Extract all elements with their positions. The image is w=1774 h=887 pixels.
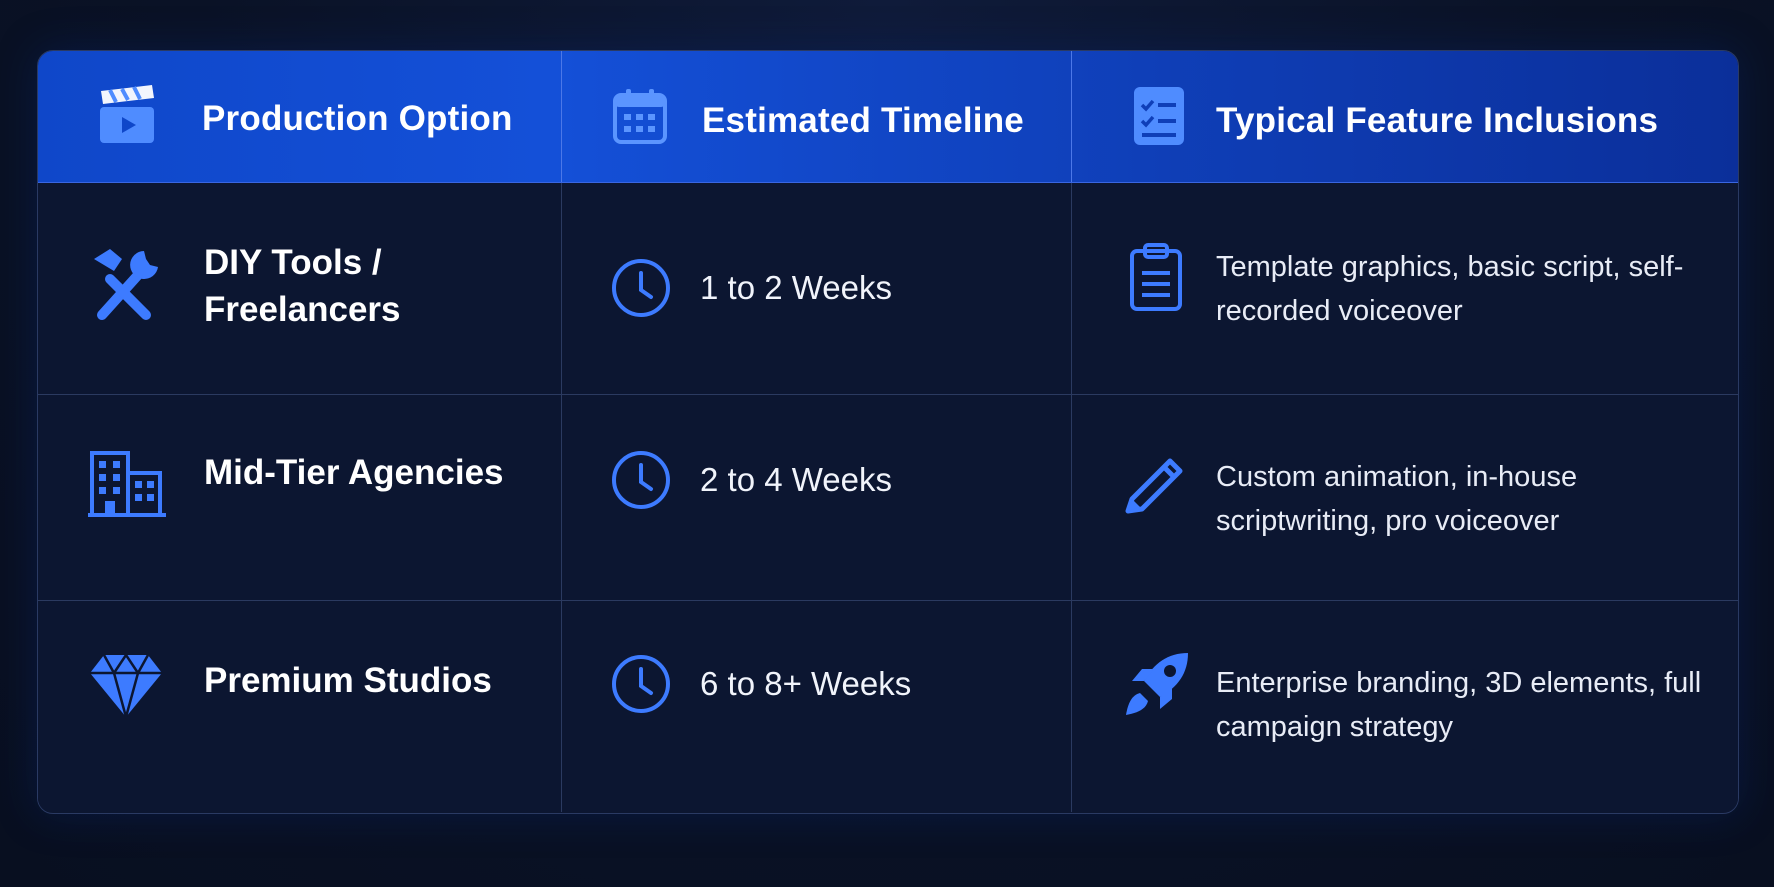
timeline-label: 6 to 8+ Weeks xyxy=(700,665,912,702)
timeline-label: 1 to 2 Weeks xyxy=(700,269,892,306)
rocket-icon xyxy=(1124,651,1190,717)
building-icon xyxy=(88,447,168,519)
option-label: DIY Tools / Freelancers xyxy=(204,243,401,329)
clapperboard-icon xyxy=(98,85,156,145)
clock-icon xyxy=(610,449,672,511)
table-header-row: Production Option Estimated Timeline Typ… xyxy=(38,51,1738,183)
table-row: DIY Tools / Freelancers 1 to 2 Weeks Tem… xyxy=(38,183,1738,395)
header-typical-feature-inclusions: Typical Feature Inclusions xyxy=(1216,101,1659,140)
table-row: Premium Studios 6 to 8+ Weeks Enterprise… xyxy=(38,601,1738,812)
option-label: Mid-Tier Agencies xyxy=(204,453,504,492)
header-estimated-timeline: Estimated Timeline xyxy=(702,101,1024,140)
cell-features: Enterprise branding, 3D elements, full c… xyxy=(1072,601,1738,812)
features-label: Enterprise branding, 3D elements, full c… xyxy=(1216,667,1702,743)
option-label: Premium Studios xyxy=(204,661,492,700)
cell-features: Template graphics, basic script, self-re… xyxy=(1072,183,1738,394)
cell-features: Custom animation, in-house scriptwriting… xyxy=(1072,395,1738,600)
pencil-icon xyxy=(1124,449,1190,515)
cell-production-option: Mid-Tier Agencies xyxy=(38,395,562,600)
checklist-icon xyxy=(1132,85,1186,147)
timeline-label: 2 to 4 Weeks xyxy=(700,461,892,498)
comparison-table: Production Option Estimated Timeline Typ… xyxy=(37,50,1739,814)
tools-icon xyxy=(88,245,164,321)
header-production-option: Production Option xyxy=(202,99,513,138)
cell-timeline: 1 to 2 Weeks xyxy=(562,183,1072,394)
cell-timeline: 6 to 8+ Weeks xyxy=(562,601,1072,812)
cell-production-option: Premium Studios xyxy=(38,601,562,812)
diamond-icon xyxy=(88,653,164,719)
clipboard-icon xyxy=(1128,243,1184,313)
features-label: Custom animation, in-house scriptwriting… xyxy=(1216,461,1578,537)
header-cell-production-option: Production Option xyxy=(38,51,562,182)
cell-timeline: 2 to 4 Weeks xyxy=(562,395,1072,600)
clock-icon xyxy=(610,653,672,715)
clock-icon xyxy=(610,257,672,319)
header-cell-estimated-timeline: Estimated Timeline xyxy=(562,51,1072,182)
header-cell-typical-feature-inclusions: Typical Feature Inclusions xyxy=(1072,51,1738,182)
calendar-icon xyxy=(612,87,668,145)
features-label: Template graphics, basic script, self-re… xyxy=(1216,251,1684,327)
cell-production-option: DIY Tools / Freelancers xyxy=(38,183,562,394)
table-row: Mid-Tier Agencies 2 to 4 Weeks Custom an… xyxy=(38,395,1738,601)
